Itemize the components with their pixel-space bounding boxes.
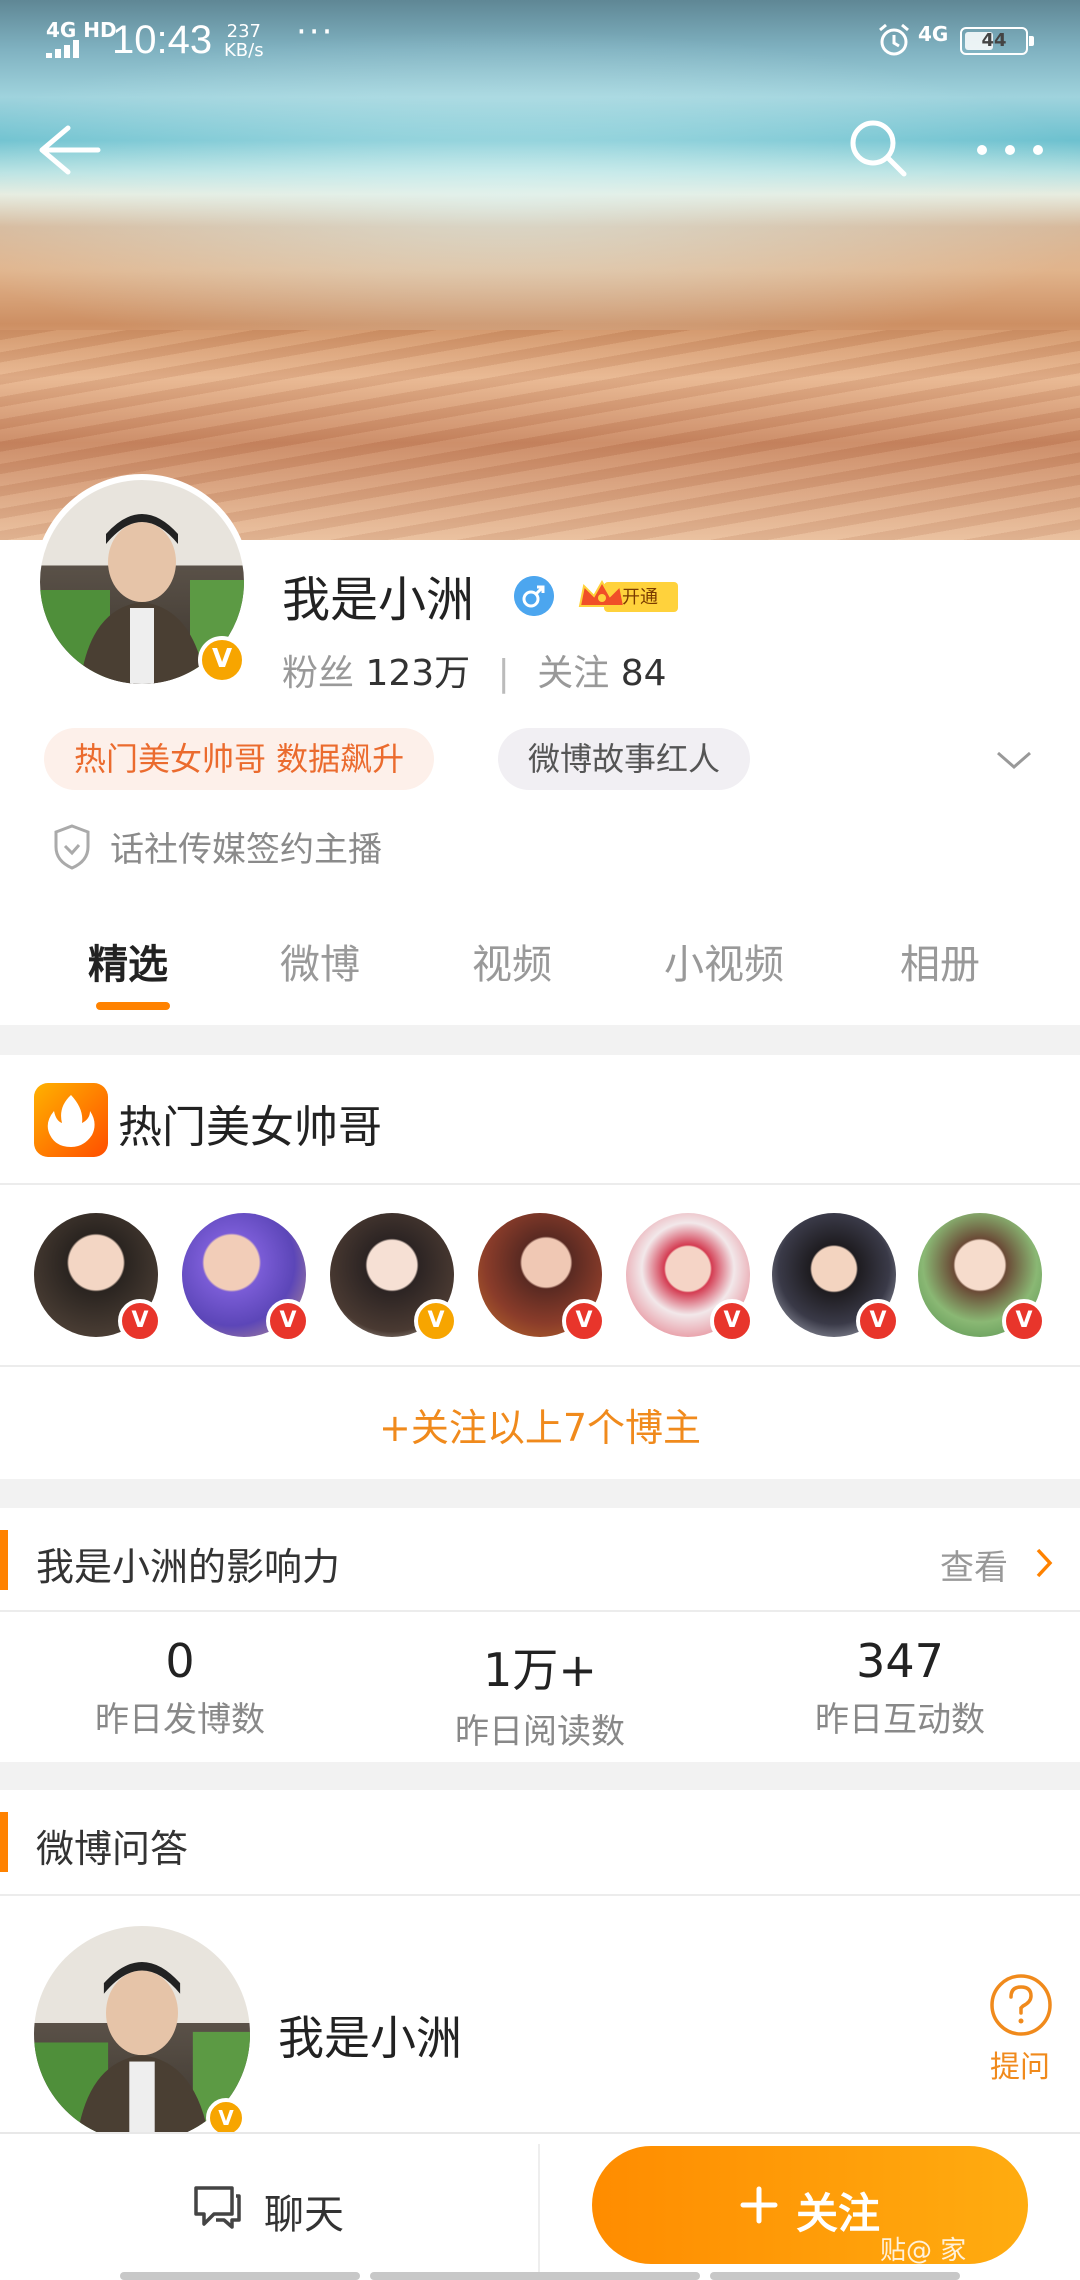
blogger-avatar-7[interactable]: V xyxy=(918,1213,1046,1343)
signal-icon xyxy=(46,40,86,58)
ask-question-label[interactable]: 提问 xyxy=(990,2042,1050,2086)
stat-interactions: 347 昨日互动数 xyxy=(720,1634,1080,1741)
tab-short-video[interactable]: 小视频 xyxy=(664,932,784,990)
profile-header: V 我是小洲 开通 粉丝 123万 | 关注 84 热门美女帅哥 数据飙升 微博… xyxy=(0,474,1080,1025)
chevron-down-icon[interactable] xyxy=(994,745,1034,775)
chat-label: 聊天 xyxy=(264,2192,344,2238)
tag-story[interactable]: 微博故事红人 xyxy=(498,728,751,790)
follow-all-button[interactable]: +关注以上7个博主 xyxy=(0,1397,1080,1452)
divider xyxy=(0,1894,1080,1896)
verified-badge-icon: V xyxy=(856,1299,900,1343)
chat-icon xyxy=(194,2186,241,2229)
battery-icon: 44 xyxy=(960,27,1034,55)
section-accent-bar xyxy=(0,1812,8,1872)
section-accent-bar xyxy=(0,1530,8,1590)
verified-badge-icon: V xyxy=(198,636,246,684)
blogger-avatar-3[interactable]: V xyxy=(330,1213,458,1343)
cover-image: 4G HD 10:43 237 KB/s ··· 4G 44 xyxy=(0,0,1080,540)
status-time: 10:43 xyxy=(112,18,213,62)
tab-video[interactable]: 视频 xyxy=(472,932,552,990)
plus-icon xyxy=(740,2186,778,2224)
stat-label: 昨日互动数 xyxy=(815,1700,985,1740)
tab-selected[interactable]: 精选 xyxy=(88,932,168,990)
fire-icon xyxy=(34,1083,108,1157)
network-right-label: 4G xyxy=(918,22,949,46)
influence-title: 我是小洲的影响力 xyxy=(36,1545,341,1589)
shield-icon xyxy=(54,824,90,870)
following-count[interactable]: 84 xyxy=(621,653,667,694)
stat-reads: 1万+ 昨日阅读数 xyxy=(360,1634,720,1753)
verified-badge-icon: V xyxy=(562,1299,606,1343)
tag-hot[interactable]: 热门美女帅哥 数据飙升 xyxy=(44,728,435,790)
more-options-icon[interactable] xyxy=(970,130,1050,170)
follow-button[interactable]: 关注 贴@ 家 xyxy=(592,2146,1028,2266)
stats-separator: | xyxy=(497,653,510,694)
stat-posts: 0 昨日发博数 xyxy=(0,1634,360,1741)
qa-name: 我是小洲 xyxy=(278,2011,462,2065)
stat-label: 昨日发博数 xyxy=(95,1700,265,1740)
tab-weibo[interactable]: 微博 xyxy=(280,932,360,990)
fans-label[interactable]: 粉丝 xyxy=(282,653,354,694)
following-label[interactable]: 关注 xyxy=(537,653,609,694)
nav-gesture-pill xyxy=(370,2272,700,2280)
speed-value: 237 xyxy=(226,21,261,42)
stat-label: 昨日阅读数 xyxy=(455,1712,625,1752)
verified-badge-icon: V xyxy=(414,1299,458,1343)
stat-value: 0 xyxy=(165,1634,195,1688)
search-icon[interactable] xyxy=(846,116,910,180)
blogger-avatar-6[interactable]: V xyxy=(772,1213,900,1343)
blogger-avatar-2[interactable]: V xyxy=(182,1213,310,1343)
verified-badge-icon: V xyxy=(266,1299,310,1343)
stat-value: 1万+ xyxy=(483,1643,597,1697)
battery-level: 44 xyxy=(981,30,1007,51)
profile-name: 我是小洲 xyxy=(282,572,475,628)
verified-badge-icon: V xyxy=(710,1299,754,1343)
alarm-icon xyxy=(879,23,909,56)
qa-card: 微博问答 V 我是小洲 提问 xyxy=(0,1790,1080,2142)
divider xyxy=(0,1365,1080,1367)
stat-value: 347 xyxy=(856,1634,944,1688)
tab-album[interactable]: 相册 xyxy=(900,932,980,990)
follow-label: 关注 xyxy=(796,2189,881,2238)
watermark-text: 贴@ 家 xyxy=(880,2236,967,2266)
tab-indicator xyxy=(96,1002,170,1010)
signed-anchor-text: 话社传媒签约主播 xyxy=(110,830,382,870)
blogger-avatar-4[interactable]: V xyxy=(478,1213,606,1343)
nav-gesture-pill xyxy=(710,2272,960,2280)
divider xyxy=(538,2144,540,2272)
bottom-action-bar: 聊天 关注 贴@ 家 xyxy=(0,2132,1080,2280)
network-speed: 237 KB/s xyxy=(224,22,264,60)
vip-open-label[interactable]: 开通 xyxy=(622,583,658,609)
chat-button[interactable]: 聊天 xyxy=(0,2134,536,2280)
verified-badge-icon: V xyxy=(1002,1299,1046,1343)
blogger-avatar-5[interactable]: V xyxy=(626,1213,754,1343)
fans-count[interactable]: 123万 xyxy=(365,653,470,694)
status-more-icon: ··· xyxy=(296,12,335,52)
follow-stats: 粉丝 123万 | 关注 84 xyxy=(282,644,667,696)
influence-view-link[interactable]: 查看 xyxy=(940,1540,1008,1589)
nav-gesture-pill xyxy=(120,2272,360,2280)
qa-title: 微博问答 xyxy=(36,1827,189,1871)
verified-badge-icon: V xyxy=(118,1299,162,1343)
divider xyxy=(0,1183,1080,1185)
back-arrow-icon[interactable] xyxy=(34,120,104,180)
male-gender-icon xyxy=(514,576,554,616)
blogger-avatar-1[interactable]: V xyxy=(34,1213,162,1343)
status-bar: 4G HD 10:43 237 KB/s ··· 4G 44 xyxy=(0,0,1080,80)
network-label: 4G HD xyxy=(46,18,117,42)
question-icon[interactable] xyxy=(988,1972,1054,2038)
hot-bloggers-card: 热门美女帅哥 V V V V V V V +关注以上7个博主 xyxy=(0,1055,1080,1479)
speed-unit: KB/s xyxy=(224,40,264,61)
hot-section-title: 热门美女帅哥 xyxy=(118,1102,382,1153)
influence-card: 我是小洲的影响力 查看 0 昨日发博数 1万+ 昨日阅读数 347 昨日互动数 xyxy=(0,1508,1080,1762)
chevron-right-icon[interactable] xyxy=(1034,1546,1054,1580)
divider xyxy=(0,1610,1080,1612)
